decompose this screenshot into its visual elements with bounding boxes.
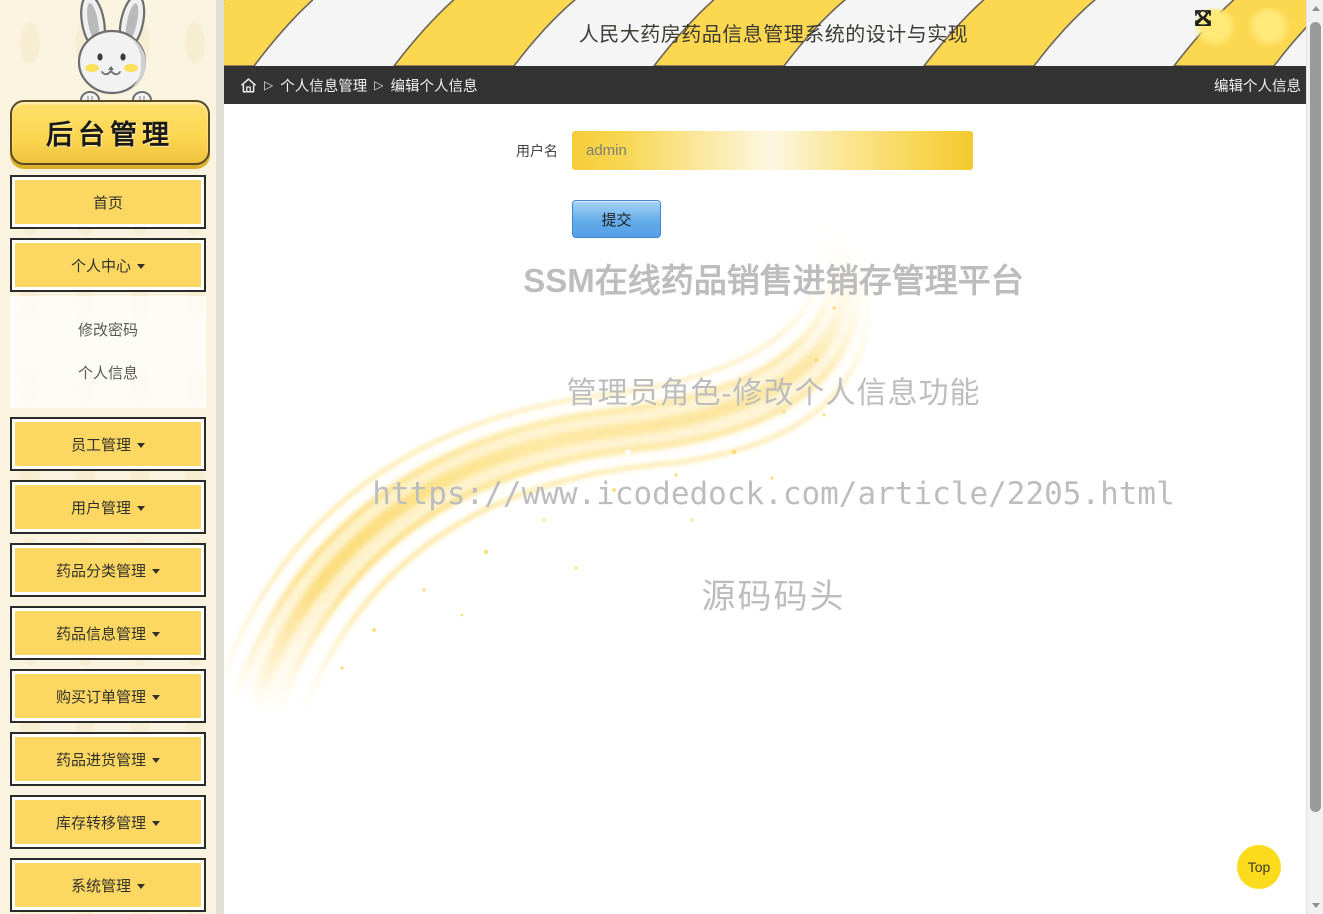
chevron-down-icon bbox=[152, 757, 160, 763]
sidebar-item-label: 员工管理 bbox=[70, 436, 131, 454]
sidebar-item-label: 用户管理 bbox=[70, 499, 131, 517]
sidebar-item-drug-category-management[interactable]: 药品分类管理 bbox=[10, 543, 206, 597]
breadcrumb-item-personal-info-management[interactable]: 个人信息管理 bbox=[280, 75, 367, 96]
sidebar-item-label: 首页 bbox=[92, 194, 123, 212]
sidebar-item-home[interactable]: 首页 bbox=[10, 175, 206, 229]
sidebar: 后台管理 首页 个人中心 修改密码 个人信息 员工管理 用户管理 药品分类管理 … bbox=[0, 0, 224, 914]
breadcrumb-separator: ▷ bbox=[374, 78, 384, 92]
breadcrumb-separator: ▷ bbox=[264, 78, 274, 92]
watermark-line-2: 管理员角色-修改个人信息功能 bbox=[566, 377, 981, 410]
sidebar-item-staff-management[interactable]: 员工管理 bbox=[10, 417, 206, 471]
scroll-to-top-button[interactable]: Top bbox=[1237, 845, 1281, 889]
sidebar-subitem-label: 修改密码 bbox=[77, 322, 138, 339]
header-icon-group bbox=[1193, 8, 1291, 48]
sidebar-item-drug-info-management[interactable]: 药品信息管理 bbox=[10, 606, 206, 660]
chevron-down-icon bbox=[152, 631, 160, 637]
scroll-to-top-label: Top bbox=[1247, 859, 1271, 875]
username-input[interactable] bbox=[572, 131, 973, 170]
user-account-button[interactable] bbox=[1195, 8, 1291, 48]
home-icon[interactable] bbox=[240, 77, 257, 94]
chevron-down-icon bbox=[152, 694, 160, 700]
edit-personal-info-form: 用户名 提交 bbox=[224, 104, 1323, 238]
chevron-down-icon bbox=[137, 883, 145, 889]
breadcrumb-bar: ▷ 个人信息管理 ▷ 编辑个人信息 编辑个人信息 bbox=[224, 66, 1323, 104]
chevron-down-icon bbox=[137, 505, 145, 511]
chevron-down-icon bbox=[137, 263, 145, 269]
sidebar-menu: 首页 个人中心 修改密码 个人信息 员工管理 用户管理 药品分类管理 药品信息管… bbox=[0, 175, 216, 914]
chevron-down-icon bbox=[137, 442, 145, 448]
sidebar-item-system-management[interactable]: 系统管理 bbox=[10, 858, 206, 912]
form-actions: 提交 bbox=[224, 200, 1323, 238]
scrollbar-thumb[interactable] bbox=[1310, 22, 1321, 812]
rabbit-mascot-icon bbox=[77, 0, 152, 109]
app-header: 人民大药房药品信息管理系统的设计与实现 bbox=[224, 0, 1323, 66]
sidebar-submenu-personal-center: 修改密码 个人信息 bbox=[10, 296, 206, 408]
page-scrollbar[interactable] bbox=[1306, 0, 1323, 914]
sidebar-item-label: 药品进货管理 bbox=[55, 751, 146, 769]
sidebar-item-purchase-order-management[interactable]: 购买订单管理 bbox=[10, 669, 206, 723]
sidebar-subitem-label: 个人信息 bbox=[77, 365, 138, 382]
chevron-down-icon bbox=[152, 568, 160, 574]
watermark-line-3: https://www.icodedock.com/article/2205.h… bbox=[372, 476, 1175, 512]
sidebar-item-drug-stockin-management[interactable]: 药品进货管理 bbox=[10, 732, 206, 786]
sidebar-subitem-change-password[interactable]: 修改密码 bbox=[10, 308, 206, 351]
sidebar-item-personal-center[interactable]: 个人中心 bbox=[10, 238, 206, 292]
watermark-line-4: 源码码头 bbox=[701, 578, 846, 616]
sidebar-item-label: 购买订单管理 bbox=[55, 688, 146, 706]
user-icon bbox=[1195, 9, 1211, 26]
breadcrumb-item-edit-personal-info[interactable]: 编辑个人信息 bbox=[390, 75, 477, 96]
sidebar-item-inventory-transfer-management[interactable]: 库存转移管理 bbox=[10, 795, 206, 849]
chevron-down-icon bbox=[152, 820, 160, 826]
username-label: 用户名 bbox=[516, 142, 558, 159]
scrollbar-down-arrow[interactable] bbox=[1307, 897, 1323, 914]
content-area: SSM在线药品销售进销存管理平台 管理员角色-修改个人信息功能 https://… bbox=[224, 104, 1323, 914]
app-root: 后台管理 首页 个人中心 修改密码 个人信息 员工管理 用户管理 药品分类管理 … bbox=[0, 0, 1323, 914]
breadcrumb: ▷ 个人信息管理 ▷ 编辑个人信息 bbox=[240, 75, 477, 96]
brand-label: 后台管理 bbox=[46, 120, 174, 151]
main-area: 人民大药房药品信息管理系统的设计与实现 ▷ 个人信息管理 ▷ 编辑个人信息 编辑… bbox=[224, 0, 1323, 914]
watermark-overlay: SSM在线药品销售进销存管理平台 管理员角色-修改个人信息功能 https://… bbox=[224, 254, 1323, 618]
breadcrumb-page-label: 编辑个人信息 bbox=[1214, 78, 1301, 95]
sidebar-item-label: 药品分类管理 bbox=[55, 562, 146, 580]
sidebar-item-label: 药品信息管理 bbox=[55, 625, 146, 643]
submit-button[interactable]: 提交 bbox=[572, 200, 661, 238]
sidebar-item-label: 系统管理 bbox=[70, 877, 131, 895]
username-row: 用户名 bbox=[224, 131, 1323, 170]
watermark-line-1: SSM在线药品销售进销存管理平台 bbox=[523, 262, 1024, 299]
sidebar-item-user-management[interactable]: 用户管理 bbox=[10, 480, 206, 534]
sidebar-item-label: 库存转移管理 bbox=[55, 814, 146, 832]
sidebar-subitem-personal-info[interactable]: 个人信息 bbox=[10, 351, 206, 394]
scrollbar-up-arrow[interactable] bbox=[1307, 0, 1323, 17]
page-title: 人民大药房药品信息管理系统的设计与实现 bbox=[578, 24, 969, 46]
brand-plate: 后台管理 bbox=[10, 100, 210, 165]
sidebar-logo-area: 后台管理 bbox=[0, 0, 216, 175]
decorative-light-swoosh bbox=[224, 196, 873, 720]
sidebar-item-label: 个人中心 bbox=[70, 257, 131, 275]
